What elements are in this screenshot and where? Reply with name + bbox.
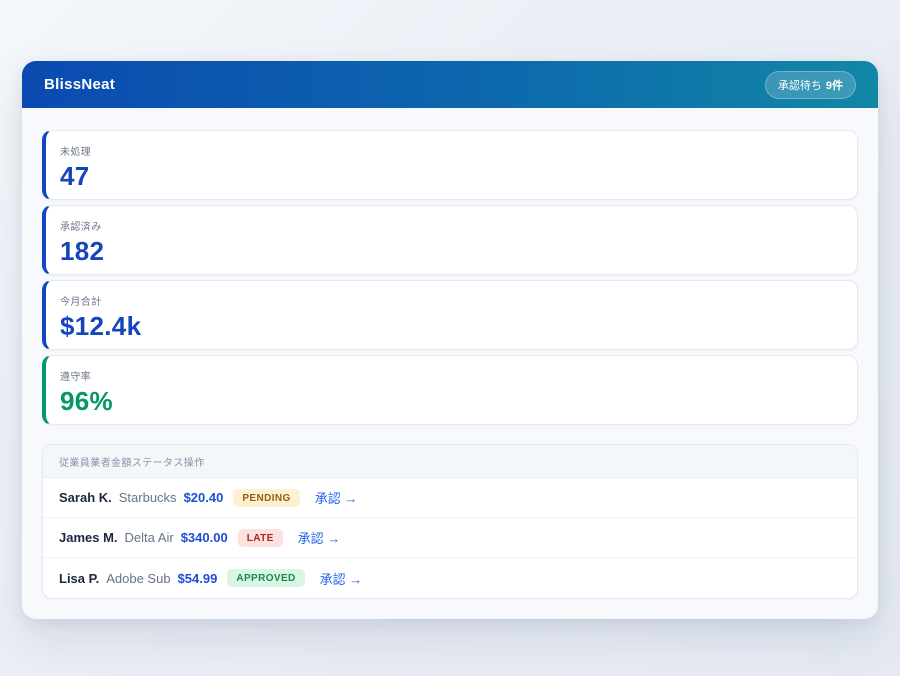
pending-badge-count: 9件 [826,77,843,93]
approve-link[interactable]: 承認 → [315,488,358,507]
employee-name: Lisa P. [59,571,99,586]
pending-badge-label: 承認待ち [778,77,822,93]
stat-label: 今月合計 [60,293,841,308]
approve-link[interactable]: 承認 → [298,528,341,547]
stat-label: 遵守率 [60,368,841,383]
approve-link[interactable]: 承認 → [320,569,363,588]
app-title: BlissNeat [44,76,115,93]
vendor-name: Adobe Sub [106,571,170,586]
table-row: James M. Delta Air $340.00 LATE 承認 → [43,518,857,558]
stat-value: 96% [60,386,841,417]
status-badge: LATE [238,529,283,547]
vendor-name: Delta Air [125,530,174,545]
table-row: Lisa P. Adobe Sub $54.99 APPROVED 承認 → [43,558,857,598]
table-row: Sarah K. Starbucks $20.40 PENDING 承認 → [43,478,857,518]
amount-value: $340.00 [181,530,228,545]
app-header: BlissNeat 承認待ち 9件 [22,61,878,108]
amount-value: $20.40 [184,490,224,505]
stat-value: 182 [60,236,841,267]
status-badge: PENDING [233,489,299,507]
stat-label: 未処理 [60,143,841,158]
expenses-table: 従業員業者金額ステータス操作 Sarah K. Starbucks $20.40… [42,444,858,599]
stat-card-approved: 承認済み 182 [42,205,858,275]
employee-name: James M. [59,530,118,545]
stat-card-compliance-rate: 遵守率 96% [42,355,858,425]
panel-body: 未処理 47 承認済み 182 今月合計 $12.4k 遵守率 96% 従業員業… [22,108,878,619]
stat-card-month-total: 今月合計 $12.4k [42,280,858,350]
stat-card-unprocessed: 未処理 47 [42,130,858,200]
stat-value: 47 [60,161,841,192]
pending-count-badge: 承認待ち 9件 [765,71,856,99]
amount-value: $54.99 [178,571,218,586]
vendor-name: Starbucks [119,490,177,505]
table-header-row: 従業員業者金額ステータス操作 [43,445,857,478]
status-badge: APPROVED [227,569,304,587]
main-panel: BlissNeat 承認待ち 9件 未処理 47 承認済み 182 今月合計 $… [22,61,878,619]
stat-label: 承認済み [60,218,841,233]
stat-value: $12.4k [60,311,841,342]
employee-name: Sarah K. [59,490,112,505]
